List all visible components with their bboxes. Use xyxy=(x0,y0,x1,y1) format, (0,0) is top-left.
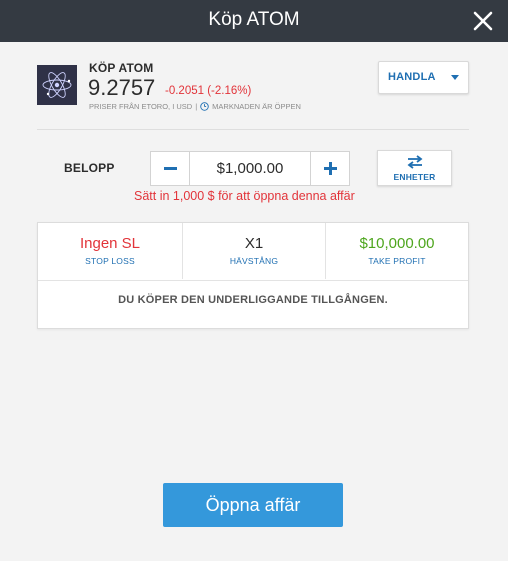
section-divider xyxy=(37,129,469,130)
leverage-label: HÄVSTÅNG xyxy=(229,256,279,266)
take-profit-label: TAKE PROFIT xyxy=(368,256,426,266)
take-profit-setting[interactable]: $10,000.00 TAKE PROFIT xyxy=(325,223,468,279)
stop-loss-value: Ingen SL xyxy=(79,235,141,252)
market-status: MARKNADEN ÄR ÖPPEN xyxy=(212,102,301,111)
deposit-warning: Sätt in 1,000 $ för att öppna denna affä… xyxy=(134,189,355,203)
clock-icon xyxy=(200,102,209,111)
decrease-amount-button[interactable] xyxy=(151,152,190,185)
price-meta: PRISER FRÅN ETORO, I USD | MARKNADEN ÄR … xyxy=(89,102,301,111)
asset-heading: KÖP ATOM xyxy=(89,61,154,75)
increase-amount-button[interactable] xyxy=(310,152,349,185)
asset-price: 9.2757 xyxy=(88,75,156,100)
leverage-value: X1 xyxy=(244,235,264,252)
stop-loss-label: STOP LOSS xyxy=(85,256,135,266)
dialog-header: Köp ATOM xyxy=(0,0,508,42)
asset-symbol: ATOM xyxy=(118,61,154,75)
price-source: PRISER FRÅN ETORO, I USD xyxy=(89,102,193,111)
dialog-title: Köp ATOM xyxy=(208,9,300,30)
plus-icon xyxy=(324,162,337,175)
minus-icon xyxy=(163,167,177,170)
caret-down-icon xyxy=(451,75,459,80)
amount-stepper xyxy=(150,151,350,186)
meta-separator: | xyxy=(195,102,198,111)
units-toggle-button[interactable]: ENHETER xyxy=(377,150,452,186)
swap-arrows-icon xyxy=(407,155,423,169)
stop-loss-setting[interactable]: Ingen SL STOP LOSS xyxy=(38,223,182,279)
amount-input[interactable] xyxy=(191,152,309,185)
atom-logo-icon xyxy=(37,65,77,105)
close-icon[interactable] xyxy=(468,6,498,36)
open-trade-button[interactable]: Öppna affär xyxy=(163,483,343,527)
trade-direction: KÖP xyxy=(89,61,116,75)
trade-dropdown-label: HANDLA xyxy=(388,71,436,83)
take-profit-value: $10,000.00 xyxy=(359,235,435,252)
card-divider xyxy=(38,280,468,281)
underlying-asset-note: DU KÖPER DEN UNDERLIGGANDE TILLGÅNGEN. xyxy=(118,294,388,306)
price-change: -0.2051 (-2.16%) xyxy=(165,85,252,97)
close-button[interactable] xyxy=(468,6,498,36)
units-label: ENHETER xyxy=(393,172,436,182)
trade-dropdown[interactable]: HANDLA xyxy=(378,61,469,94)
leverage-setting[interactable]: X1 HÄVSTÅNG xyxy=(182,223,325,279)
trade-parameters-card: Ingen SL STOP LOSS X1 HÄVSTÅNG $10,000.0… xyxy=(37,222,469,329)
amount-label: BELOPP xyxy=(64,161,115,175)
